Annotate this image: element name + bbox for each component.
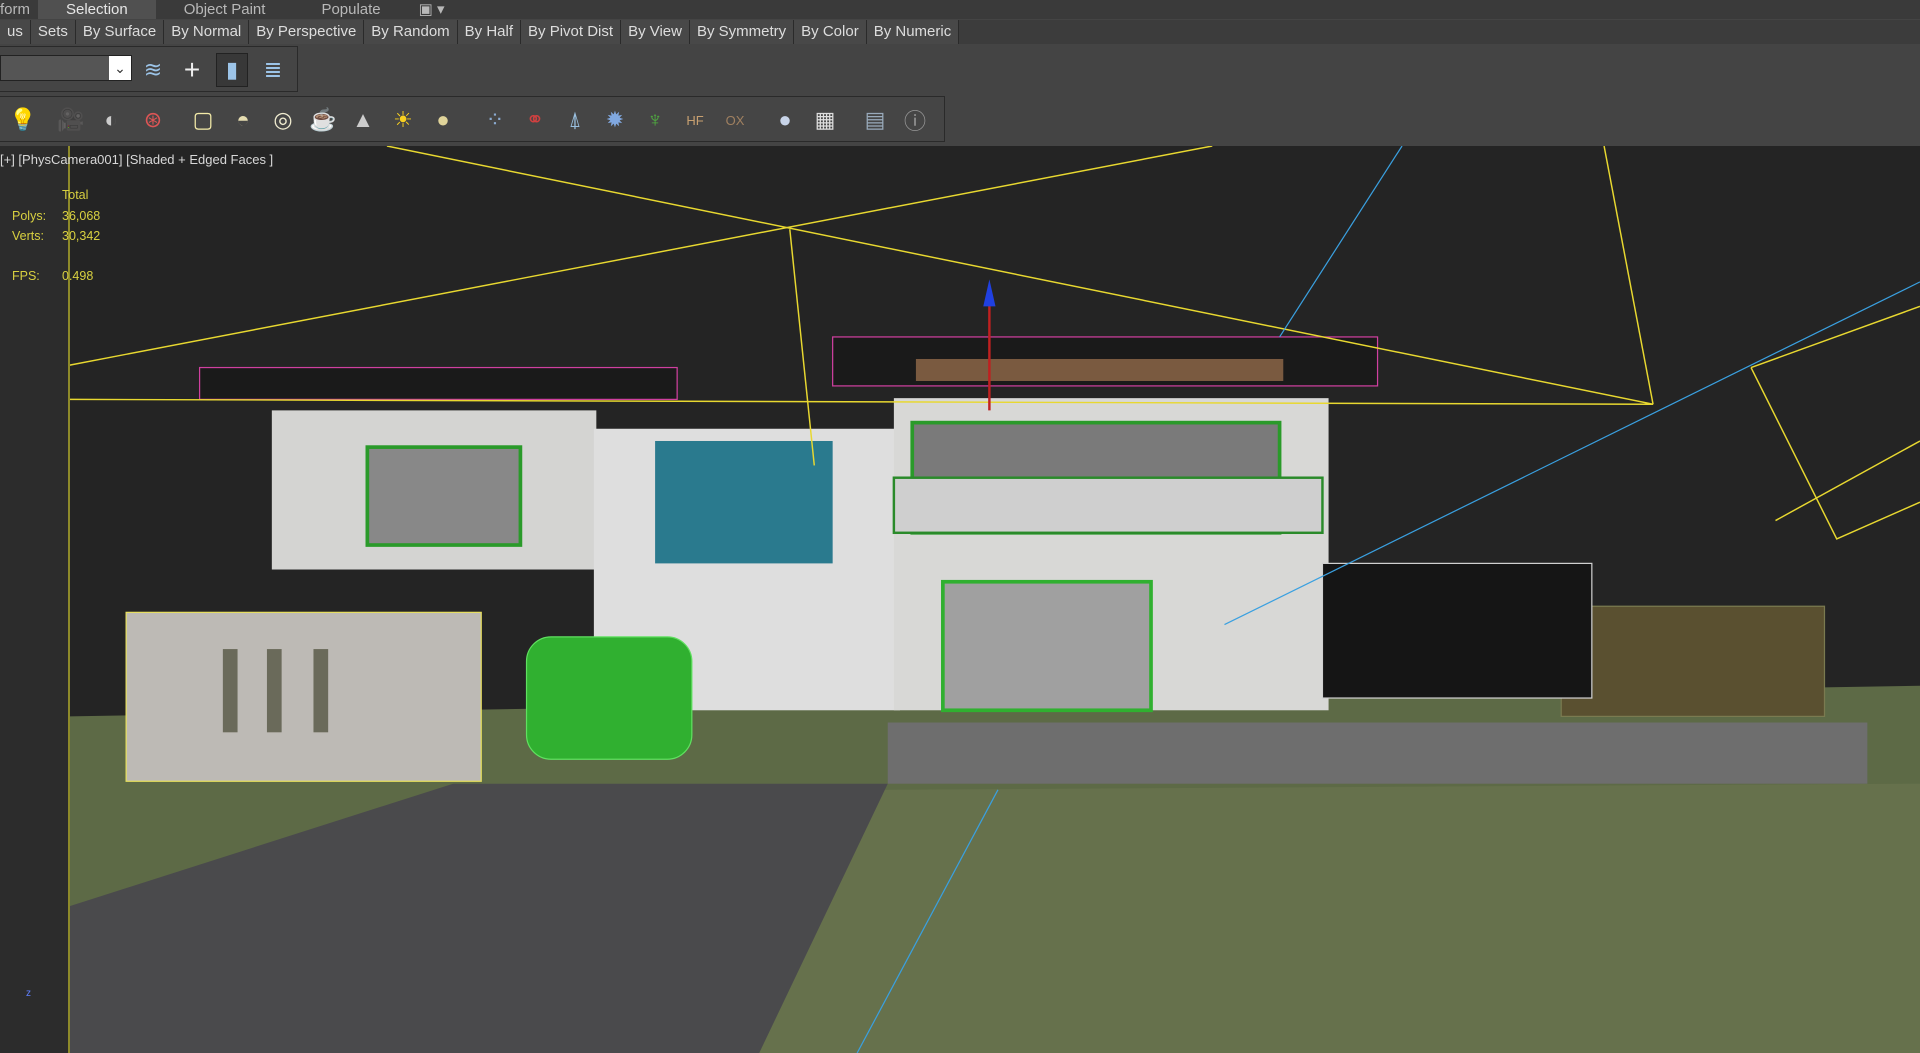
sun-icon[interactable]: ☀ [388,105,418,135]
podium [887,722,1868,784]
polys-value: 36,068 [62,209,101,223]
ribbon-button-by-numeric[interactable]: By Numeric [866,20,960,44]
fence-right [1560,605,1826,718]
sphere-light-icon[interactable]: ◎ [268,105,298,135]
ribbon-button-sets[interactable]: Sets [30,20,76,44]
render-setup-icon[interactable]: ▤ [860,105,890,135]
fps-label: FPS: [12,269,40,283]
tab-object-paint[interactable]: Object Paint [156,0,294,19]
tab-options-dropdown[interactable]: ▣ ▾ [409,0,455,19]
front-wall [125,611,482,782]
car-wireframe [525,636,693,760]
ribbon-button-by-view[interactable]: By View [621,20,690,44]
fps-value: 0.498 [62,269,94,283]
carport [1321,562,1593,699]
tab-form[interactable]: form [0,0,38,19]
add-icon[interactable]: + [177,54,207,85]
selection-toolbar: ⌄ ≋ + ▮ ≣ [0,46,298,92]
verts-label: Verts: [12,229,44,243]
ox-icon[interactable]: OX [720,105,750,135]
grass-icon[interactable]: ♆ [640,105,670,135]
tab-populate[interactable]: Populate [293,0,408,19]
create-toolbar: 💡 🎥 ◐ ⊛ ▢ ◓ ◎ ☕ ▲ ☀ ● ⁘ ⚭ ⍋ ✹ ♆ HF OX ● … [0,96,945,142]
hair-icon[interactable]: HF [680,105,710,135]
wall-slot [313,649,329,733]
chevron-down-icon[interactable]: ⌄ [109,56,131,80]
dome-icon[interactable]: ◓ [228,105,258,135]
ribbon-button-by-perspective[interactable]: By Perspective [249,20,365,44]
select-object-icon[interactable]: ▮ [216,53,248,87]
help-icon[interactable]: ⓘ [900,105,930,135]
tab-selection[interactable]: Selection [38,0,156,19]
scene-render [0,146,1920,1053]
left-window [365,445,523,547]
ribbon-button-by-color[interactable]: By Color [794,20,867,44]
selection-ribbon: us Sets By Surface By Normal By Perspect… [0,20,1920,44]
layer-select-icon[interactable]: ≋ [138,55,168,85]
polys-label: Polys: [12,209,47,223]
select-layer-icon[interactable]: ≣ [258,55,288,85]
ribbon-button-by-pivot-dist[interactable]: By Pivot Dist [521,20,622,44]
roof-wood [915,358,1284,382]
lower-frame [941,579,1153,713]
ribbon-button-by-half[interactable]: By Half [457,20,522,44]
selection-set-combo[interactable]: ⌄ [0,55,132,81]
ribbon-button-by-normal[interactable]: By Normal [164,20,250,44]
axis-tripod-z-label: z [26,988,31,999]
teapot-icon[interactable]: ☕ [308,105,338,135]
ribbon-button-by-surface[interactable]: By Surface [75,20,165,44]
camera-target-icon[interactable]: ◐ [96,105,126,135]
plane-icon[interactable]: ▢ [188,105,218,135]
ribbon-button-by-symmetry[interactable]: By Symmetry [689,20,795,44]
wall-slot [222,649,238,733]
ribbon-button-by-random[interactable]: By Random [364,20,458,44]
material-editor-icon[interactable]: ▦ [810,105,840,135]
molecule-icon[interactable]: ⚭ [520,105,550,135]
balcony [892,476,1324,535]
verts-value: 30,342 [62,229,101,243]
material-sphere-icon[interactable]: ● [770,105,800,135]
lawn-right [759,783,1920,1053]
tripod-icon[interactable]: ⍋ [560,105,590,135]
sphere-icon[interactable]: ● [428,105,458,135]
light-lister-icon[interactable]: 💡 [8,105,38,135]
ribbon-button[interactable]: us [0,20,31,44]
wall-slot [266,649,282,733]
cone-icon[interactable]: ▲ [348,105,378,135]
film-camera-icon[interactable]: ⊛ [138,105,168,135]
blinds [655,440,833,564]
viewport-label[interactable]: [+] [PhysCamera001] [Shaded + Edged Face… [0,152,273,167]
command-tabs: form Selection Object Paint Populate ▣ ▾ [0,0,1920,19]
camera-viewport[interactable]: [+] [PhysCamera001] [Shaded + Edged Face… [0,146,1920,1053]
stats-header: Total [62,188,89,202]
particles-icon[interactable]: ⁘ [480,105,510,135]
gear-sphere-icon[interactable]: ✹ [600,105,630,135]
roof-left [198,366,678,400]
camera-icon[interactable]: 🎥 [56,105,86,135]
